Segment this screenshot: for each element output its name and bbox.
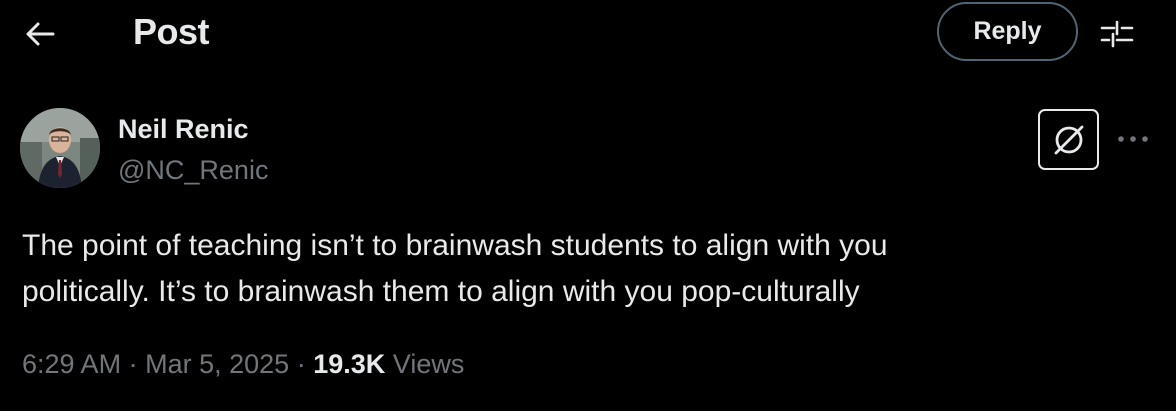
- meta-separator: ·: [128, 349, 138, 379]
- avatar[interactable]: [20, 108, 100, 188]
- avatar-photo: [20, 108, 100, 188]
- views-label[interactable]: Views: [393, 349, 465, 379]
- top-bar: Post Reply: [0, 0, 1176, 66]
- author-handle[interactable]: @NC_Renic: [118, 153, 268, 187]
- post-time[interactable]: 6:29 AM: [22, 349, 121, 379]
- reply-button[interactable]: Reply: [937, 2, 1078, 61]
- filter-button[interactable]: [1094, 12, 1140, 56]
- author-name[interactable]: Neil Renic: [118, 112, 249, 146]
- arrow-left-icon: [26, 22, 55, 46]
- post-text-line-2: politically. It’s to brainwash them to a…: [22, 275, 860, 308]
- more-dots-icon: [1118, 136, 1148, 142]
- post-date[interactable]: Mar 5, 2025: [145, 349, 289, 379]
- meta-separator: ·: [296, 349, 306, 379]
- page-title: Post: [133, 11, 210, 52]
- post-text-line-1: The point of teaching isn’t to brainwash…: [22, 229, 888, 262]
- sliders-icon: [1100, 20, 1134, 48]
- grok-icon: [1054, 125, 1083, 154]
- back-button[interactable]: [18, 12, 62, 56]
- post-text: The point of teaching isn’t to brainwash…: [22, 223, 1152, 315]
- more-options-button[interactable]: [1112, 122, 1154, 156]
- post-metadata: 6:29 AM · Mar 5, 2025 · 19.3K Views: [22, 347, 464, 381]
- views-count[interactable]: 19.3K: [313, 349, 385, 379]
- grok-button[interactable]: [1038, 109, 1099, 170]
